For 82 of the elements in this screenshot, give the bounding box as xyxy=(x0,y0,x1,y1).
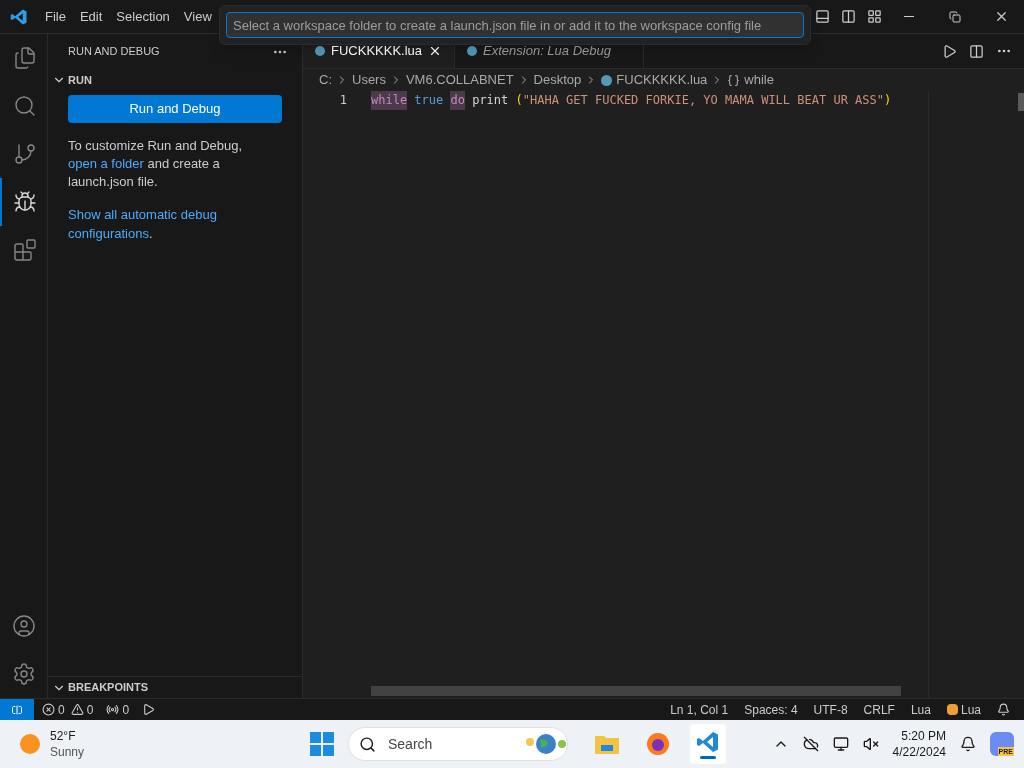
notification-icon[interactable] xyxy=(997,703,1010,716)
file-icon xyxy=(601,74,613,86)
breadcrumb-item[interactable]: VM6.COLLABNET xyxy=(405,70,514,90)
extensions-icon xyxy=(12,238,37,262)
ports-count[interactable]: 0 xyxy=(122,700,130,719)
status-item[interactable]: UTF-8 xyxy=(813,700,848,719)
browser-icon[interactable] xyxy=(646,732,670,756)
code-token: ) xyxy=(884,92,892,109)
taskbar-app[interactable] xyxy=(690,724,726,764)
horizontal-scrollbar[interactable] xyxy=(371,686,901,696)
search-icon xyxy=(359,735,376,753)
tab-label: FUCKKKKK.lua xyxy=(331,42,423,61)
antenna-icon xyxy=(106,703,120,716)
network-icon[interactable] xyxy=(832,736,849,752)
quick-input-field[interactable]: Select a workspace folder to create a launch.json file in or add it to the workspace config file xyxy=(226,12,804,38)
open-folder-link[interactable]: open a folder xyxy=(68,156,144,171)
search-icon xyxy=(12,94,37,118)
help-text: To customize Run and Debug, open a folder and create a launch.json file. xyxy=(68,137,244,191)
status-item[interactable]: Lua xyxy=(910,700,931,719)
status-item[interactable]: Spaces: 4 xyxy=(744,700,798,719)
clock-time[interactable]: 5:20 PM xyxy=(901,728,946,744)
error-count[interactable]: 0 xyxy=(58,700,65,719)
status-item[interactable]: Lua xyxy=(960,700,981,719)
section-header[interactable]: RUN xyxy=(68,71,92,89)
section-header[interactable]: BREAKPOINTS xyxy=(68,679,149,696)
remote-button[interactable] xyxy=(0,699,34,720)
sun-icon xyxy=(20,734,40,754)
search-placeholder: Search xyxy=(388,734,433,754)
panel-toggle-icon[interactable] xyxy=(815,9,830,24)
file-icon xyxy=(467,46,478,56)
remote-icon xyxy=(11,703,23,716)
status-item[interactable]: CRLF xyxy=(863,700,895,719)
muted-speaker-icon[interactable] xyxy=(862,736,879,752)
line-number: 1 xyxy=(338,92,348,109)
code-token: while xyxy=(371,91,408,110)
temperature[interactable]: 52°F xyxy=(50,728,85,744)
clock-date[interactable]: 4/22/2024 xyxy=(892,744,946,760)
run-icon[interactable] xyxy=(942,43,957,59)
code-token: true xyxy=(413,92,445,109)
globe-icon[interactable] xyxy=(524,732,568,756)
code-token: print xyxy=(471,92,510,109)
breadcrumb-item[interactable]: Users xyxy=(352,70,386,90)
source-control-icon xyxy=(12,142,37,166)
menu-item[interactable]: Selection xyxy=(109,6,177,27)
file-icon xyxy=(315,46,325,56)
restore-icon xyxy=(949,10,961,23)
explorer-icon xyxy=(12,46,37,70)
windows-start-icon[interactable] xyxy=(310,732,334,756)
breadcrumb-item[interactable]: while xyxy=(744,70,774,90)
warning-icon xyxy=(70,703,84,716)
code-token: do xyxy=(450,91,465,110)
code-token: ( xyxy=(515,92,523,109)
error-icon xyxy=(42,703,55,716)
layout-icon[interactable] xyxy=(867,9,882,24)
run-and-debug-button[interactable]: Run and Debug xyxy=(68,95,282,123)
debug-configurations-link[interactable]: Show all automatic debug configurations. xyxy=(68,205,238,243)
notification-icon[interactable] xyxy=(960,736,976,752)
status-item[interactable]: Ln 1, Col 1 xyxy=(670,700,729,719)
code-token: "HAHA GET FUCKED FORKIE, YO MAMA WILL BEAT UR ASS" xyxy=(522,92,884,109)
sidebar-title: RUN AND DEBUG xyxy=(68,44,160,60)
braces-icon xyxy=(727,73,741,87)
minimize-icon xyxy=(904,16,914,17)
taskbar-search-field[interactable]: Search xyxy=(348,727,568,761)
tab-label: Extension: Lua Debug xyxy=(483,42,611,61)
breadcrumb-item[interactable]: C: xyxy=(319,70,332,90)
breadcrumb-item[interactable]: Desktop xyxy=(533,70,582,90)
warning-count[interactable]: 0 xyxy=(86,700,94,719)
menu-item[interactable]: Edit xyxy=(72,6,110,27)
sidebar-toggle-icon[interactable] xyxy=(841,9,856,24)
code-editor-icon[interactable] xyxy=(696,729,720,754)
weather-condition: Sunny xyxy=(50,744,85,760)
settings-icon[interactable] xyxy=(11,662,36,686)
app-logo-icon xyxy=(10,7,28,26)
menu-item[interactable]: File xyxy=(38,6,73,27)
run-icon xyxy=(12,190,37,214)
cloud-off-icon[interactable] xyxy=(802,736,819,752)
breadcrumb-item[interactable]: FUCKKKKK.lua xyxy=(616,70,708,90)
account-icon[interactable] xyxy=(11,614,36,638)
split-editor-icon[interactable] xyxy=(969,43,984,59)
scrollbar-thumb[interactable] xyxy=(1018,93,1024,111)
folder-icon[interactable] xyxy=(594,733,620,755)
menu-item[interactable]: View xyxy=(176,6,219,27)
